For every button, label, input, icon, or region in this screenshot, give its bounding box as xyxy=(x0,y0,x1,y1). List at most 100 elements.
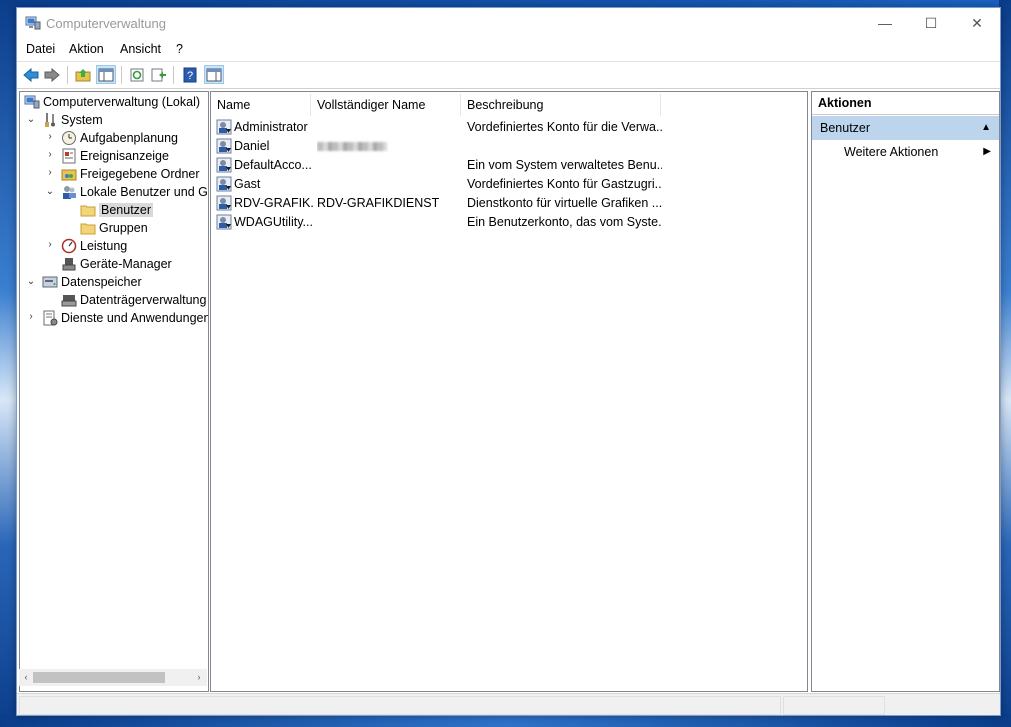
expand-arrow-icon[interactable]: › xyxy=(45,168,55,178)
tree-label: Leistung xyxy=(80,239,128,253)
tree-label: System xyxy=(61,113,103,127)
user-icon xyxy=(216,214,232,230)
cell-name: Daniel xyxy=(234,139,270,153)
tree-label: Freigegebene Ordner xyxy=(80,167,200,181)
user-icon xyxy=(216,195,232,211)
forward-button[interactable] xyxy=(42,65,62,84)
tree-item-task-scheduler[interactable]: Aufgabenplanung xyxy=(61,129,178,147)
tree-item-storage[interactable]: Datenspeicher xyxy=(42,273,142,291)
cell-name: DefaultAcco... xyxy=(234,158,312,172)
collapse-arrow-icon[interactable]: ⌄ xyxy=(45,187,55,197)
table-row[interactable]: Administrator Vordefiniertes Konto für di… xyxy=(211,118,807,137)
show-hide-action-pane-button[interactable] xyxy=(204,65,224,84)
scroll-left-icon[interactable]: ‹ xyxy=(20,671,32,684)
back-button[interactable] xyxy=(21,65,41,84)
cell-description: Vordefiniertes Konto für die Verwa... xyxy=(467,120,662,134)
table-row[interactable]: WDAGUtility... Ein Benutzerkonto, das vom… xyxy=(211,213,807,232)
expand-arrow-icon[interactable]: › xyxy=(45,150,55,160)
collapse-arrow-icon[interactable]: ⌄ xyxy=(26,115,36,125)
help-button[interactable]: ? xyxy=(180,65,200,84)
user-icon xyxy=(216,157,232,173)
up-folder-icon xyxy=(75,68,91,81)
tree-item-system[interactable]: System xyxy=(42,111,103,129)
table-row[interactable]: Gast Vordefiniertes Konto für Gastzugri..… xyxy=(211,175,807,194)
actions-header: Aktionen xyxy=(812,92,999,115)
device-manager-icon xyxy=(62,258,76,271)
tree-item-users[interactable]: Benutzer xyxy=(80,201,154,219)
tree-label: Benutzer xyxy=(99,203,154,217)
table-row[interactable]: DefaultAcco... Ein vom System verwaltetes… xyxy=(211,156,807,175)
maximize-button[interactable]: ☐ xyxy=(908,8,954,38)
tree-label: Geräte-Manager xyxy=(80,257,172,271)
tree-label: Dienste und Anwendungen xyxy=(61,311,209,325)
users-list-view[interactable]: Name Vollständiger Name Beschreibung Adm… xyxy=(210,91,808,692)
actions-section-users[interactable]: Benutzer ▲ xyxy=(812,116,999,140)
menu-ansicht[interactable]: Ansicht xyxy=(120,42,161,56)
window-title: Computerverwaltung xyxy=(46,16,166,31)
menu-bar: Datei Aktion Ansicht ? xyxy=(17,38,1000,60)
column-header-description[interactable]: Beschreibung xyxy=(461,94,661,116)
expand-arrow-icon[interactable]: › xyxy=(45,132,55,142)
tree-item-groups[interactable]: Gruppen xyxy=(80,219,148,237)
redacted-text xyxy=(317,142,387,151)
tree-item-event-viewer[interactable]: Ereignisanzeige xyxy=(61,147,169,165)
users-group-icon xyxy=(63,186,76,199)
cell-name: Administrator xyxy=(234,120,308,134)
more-actions-item[interactable]: Weitere Aktionen ▶ xyxy=(812,143,999,163)
svg-text:?: ? xyxy=(187,70,193,82)
tree-horizontal-scrollbar[interactable]: ‹ › xyxy=(19,669,207,686)
table-row[interactable]: RDV-GRAFIK... RDV-GRAFIKDIENST Dienstkonto… xyxy=(211,194,807,213)
up-button[interactable] xyxy=(73,65,93,84)
menu-help[interactable]: ? xyxy=(176,42,183,56)
status-cell-secondary xyxy=(783,696,885,715)
show-hide-tree-button[interactable] xyxy=(96,65,116,84)
tree-item-services[interactable]: Dienste und Anwendungen xyxy=(42,309,209,327)
status-bar xyxy=(17,693,1000,715)
scrollbar-thumb[interactable] xyxy=(33,672,165,683)
title-bar[interactable]: Computerverwaltung — ☐ ✕ xyxy=(17,8,1000,38)
computer-management-window: Computerverwaltung — ☐ ✕ Datei Aktion An… xyxy=(16,7,1001,716)
cell-description: Vordefiniertes Konto für Gastzugri... xyxy=(467,177,662,191)
tree-label: Lokale Benutzer und Gruppen xyxy=(80,185,208,199)
export-list-button[interactable] xyxy=(149,65,169,84)
toolbar-separator xyxy=(173,66,174,84)
status-cell-main xyxy=(19,696,781,715)
expand-arrow-icon[interactable]: › xyxy=(45,240,55,250)
expand-arrow-icon[interactable]: › xyxy=(26,312,36,322)
menu-datei[interactable]: Datei xyxy=(26,42,55,56)
actions-section-label: Benutzer xyxy=(820,121,871,135)
tree-item-performance[interactable]: Leistung xyxy=(61,237,127,255)
tree-item-local-users[interactable]: Lokale Benutzer und Gruppen xyxy=(61,183,208,201)
actions-header-label: Aktionen xyxy=(818,96,872,110)
close-button[interactable]: ✕ xyxy=(954,8,1000,38)
cell-description: Ein vom System verwaltetes Benu... xyxy=(467,158,662,172)
collapse-arrow-icon[interactable]: ⌄ xyxy=(26,277,36,287)
table-row[interactable]: Daniel xyxy=(211,137,807,156)
scroll-right-icon[interactable]: › xyxy=(193,671,205,684)
show-hide-action-pane-icon xyxy=(206,68,222,81)
tree-item-device-manager[interactable]: Geräte-Manager xyxy=(61,255,172,273)
computer-management-icon xyxy=(24,95,40,109)
tree-item-root[interactable]: Computerverwaltung (Lokal) xyxy=(24,93,200,111)
column-header-name[interactable]: Name xyxy=(211,94,311,116)
help-icon: ? xyxy=(183,67,197,82)
performance-icon xyxy=(61,238,77,254)
collapse-up-icon[interactable]: ▲ xyxy=(981,122,991,133)
column-header-full-name[interactable]: Vollständiger Name xyxy=(311,94,461,116)
user-icon xyxy=(216,119,232,135)
submenu-arrow-icon: ▶ xyxy=(983,146,991,157)
close-icon: ✕ xyxy=(971,14,983,31)
cell-full-name-blurred xyxy=(317,139,457,154)
tree-label: Aufgabenplanung xyxy=(80,131,179,145)
menu-aktion[interactable]: Aktion xyxy=(69,42,104,56)
cell-name: WDAGUtility... xyxy=(234,215,313,229)
console-tree[interactable]: Computerverwaltung (Lokal) ⌄ System › Au… xyxy=(19,91,209,692)
cell-name: RDV-GRAFIK... xyxy=(234,196,314,210)
tree-item-shared-folders[interactable]: Freigegebene Ordner xyxy=(61,165,200,183)
refresh-button[interactable] xyxy=(127,65,147,84)
minimize-button[interactable]: — xyxy=(862,8,908,38)
user-icon xyxy=(216,138,232,154)
tree-item-disk-management[interactable]: Datenträgerverwaltung xyxy=(61,291,206,309)
cell-full-name: RDV-GRAFIKDIENST xyxy=(317,196,440,210)
maximize-icon: ☐ xyxy=(924,14,938,31)
